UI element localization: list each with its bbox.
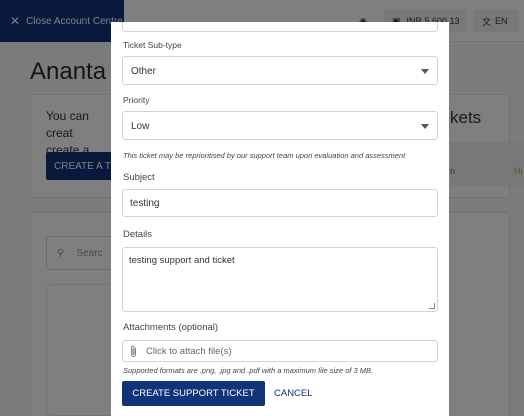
create-ticket-modal: Ticket Sub-type Other Priority Low This … xyxy=(111,22,449,416)
resize-handle-icon[interactable] xyxy=(429,303,435,309)
attachments-note: Supported formats are .png, .jpg and .pd… xyxy=(123,366,374,375)
priority-note: This ticket may be reprioritised by our … xyxy=(123,151,406,160)
chevron-down-icon xyxy=(421,124,429,129)
details-value: testing support and ticket xyxy=(129,255,235,266)
ticket-type-select[interactable] xyxy=(122,22,438,32)
attachments-label: Attachments (optional) xyxy=(123,322,219,333)
subject-value: testing xyxy=(130,198,160,209)
subject-label: Subject xyxy=(123,172,155,183)
chevron-down-icon xyxy=(421,69,429,74)
attach-placeholder: Click to attach file(s) xyxy=(146,345,232,357)
cancel-button[interactable]: CANCEL xyxy=(274,381,313,406)
create-support-ticket-button[interactable]: CREATE SUPPORT TICKET xyxy=(122,381,265,406)
ticket-subtype-label: Ticket Sub-type xyxy=(123,40,182,50)
priority-value: Low xyxy=(131,121,150,132)
paperclip-icon xyxy=(131,345,136,357)
priority-select[interactable]: Low xyxy=(122,111,438,140)
attach-files-field[interactable]: Click to attach file(s) xyxy=(122,340,438,362)
ticket-subtype-select[interactable]: Other xyxy=(122,56,438,85)
ticket-subtype-value: Other xyxy=(131,66,157,77)
details-label: Details xyxy=(123,229,153,240)
subject-input[interactable]: testing xyxy=(122,189,438,217)
details-textarea[interactable]: testing support and ticket xyxy=(122,247,438,312)
priority-label: Priority xyxy=(123,95,150,105)
